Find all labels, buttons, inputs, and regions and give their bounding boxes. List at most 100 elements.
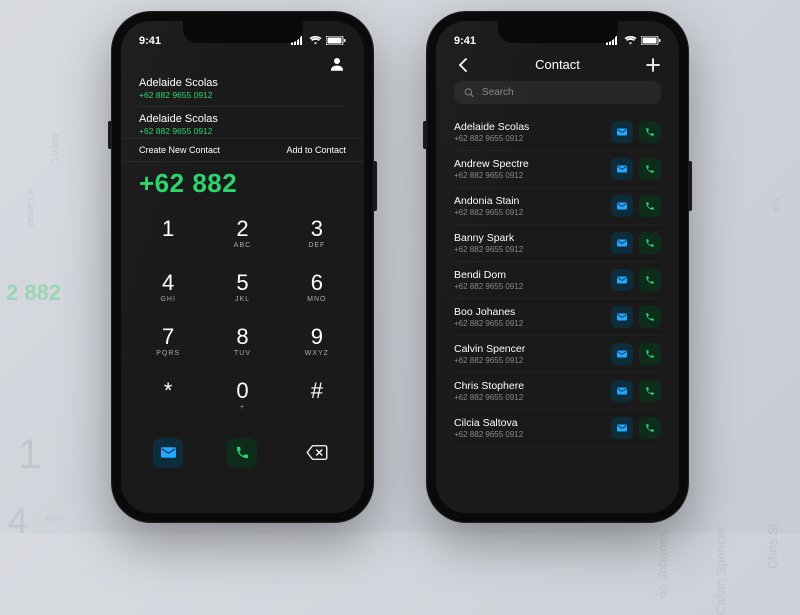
page-title: Contact xyxy=(535,57,580,72)
keypad-key-6[interactable]: 6MNO xyxy=(280,261,354,315)
mail-icon xyxy=(617,165,627,173)
contact-name: Bendi Dom xyxy=(454,269,523,281)
phone-icon xyxy=(645,275,655,285)
contact-row[interactable]: Chris Stophere+62 882 9655 0912 xyxy=(454,373,661,410)
keypad-key-0[interactable]: 0+ xyxy=(205,369,279,423)
suggestion-number: +62 882 9655 0912 xyxy=(139,90,346,100)
contact-name: Adelaide Scolas xyxy=(454,121,529,133)
contact-call-button[interactable] xyxy=(639,343,661,365)
contact-phone: +62 882 9655 0912 xyxy=(454,393,524,402)
battery-icon xyxy=(641,36,661,45)
mail-icon xyxy=(617,387,627,395)
keypad-key-4[interactable]: 4 GHI xyxy=(131,261,205,315)
contact-row[interactable]: Calvin Spencer+62 882 9655 0912 xyxy=(454,336,661,373)
contact-message-button[interactable] xyxy=(611,121,633,143)
message-button[interactable] xyxy=(153,438,183,468)
back-button[interactable] xyxy=(454,57,470,73)
contact-name: Chris Stophere xyxy=(454,380,524,392)
contact-phone: +62 882 9655 0912 xyxy=(454,430,523,439)
mail-icon xyxy=(617,350,627,358)
contact-message-button[interactable] xyxy=(611,158,633,180)
suggestion-name: Adelaide Scolas xyxy=(139,113,346,125)
contact-call-button[interactable] xyxy=(639,269,661,291)
search-icon xyxy=(464,87,474,98)
plus-icon xyxy=(646,58,660,72)
key-digit: 4 xyxy=(162,272,174,294)
contact-phone: +62 882 9655 0912 xyxy=(454,208,523,217)
contact-row[interactable]: Andonia Stain+62 882 9655 0912 xyxy=(454,188,661,225)
contact-phone: +62 882 9655 0912 xyxy=(454,171,529,180)
contact-message-button[interactable] xyxy=(611,343,633,365)
contact-message-button[interactable] xyxy=(611,269,633,291)
contact-phone: +62 882 9655 0912 xyxy=(454,319,523,328)
key-digit: 3 xyxy=(311,218,323,240)
phone-icon xyxy=(645,312,655,322)
search-field[interactable] xyxy=(454,81,661,104)
key-digit: # xyxy=(311,380,323,402)
contact-message-button[interactable] xyxy=(611,195,633,217)
key-digit: 7 xyxy=(162,326,174,348)
contact-call-button[interactable] xyxy=(639,306,661,328)
phone-icon xyxy=(645,423,655,433)
key-digit: * xyxy=(164,380,173,402)
contact-call-button[interactable] xyxy=(639,380,661,402)
keypad-key-2[interactable]: 2 ABC xyxy=(205,207,279,261)
contact-row[interactable]: Banny Spark+62 882 9655 0912 xyxy=(454,225,661,262)
search-input[interactable] xyxy=(482,87,651,98)
key-digit: 2 xyxy=(236,218,248,240)
dialer-suggestion[interactable]: Adelaide Scolas+62 882 9655 0912 xyxy=(139,111,346,138)
contact-message-button[interactable] xyxy=(611,306,633,328)
keypad-key-7[interactable]: 7PQRS xyxy=(131,315,205,369)
contact-message-button[interactable] xyxy=(611,417,633,439)
key-digit: 1 xyxy=(162,218,174,240)
keypad-key-5[interactable]: 5 JKL xyxy=(205,261,279,315)
contact-call-button[interactable] xyxy=(639,158,661,180)
contact-name: Andrew Spectre xyxy=(454,158,529,170)
backspace-button[interactable] xyxy=(306,445,328,460)
keypad-key-*[interactable]: * xyxy=(131,369,205,423)
call-button[interactable] xyxy=(227,438,257,468)
phone-icon xyxy=(645,164,655,174)
key-digit: 9 xyxy=(311,326,323,348)
key-letters: MNO xyxy=(307,296,326,304)
contact-row[interactable]: Andrew Spectre+62 882 9655 0912 xyxy=(454,151,661,188)
add-to-contact-button[interactable]: Add to Contact xyxy=(286,145,346,155)
profile-icon[interactable] xyxy=(328,55,346,73)
suggestion-number: +62 882 9655 0912 xyxy=(139,126,346,136)
key-digit: 8 xyxy=(236,326,248,348)
phone-icon xyxy=(645,386,655,396)
phone-icon xyxy=(645,201,655,211)
contact-call-button[interactable] xyxy=(639,121,661,143)
contact-row[interactable]: Boo Johanes+62 882 9655 0912 xyxy=(454,299,661,336)
key-letters: DEF xyxy=(308,242,325,250)
mail-icon xyxy=(161,447,176,458)
contact-row[interactable]: Adelaide Scolas+62 882 9655 0912 xyxy=(454,114,661,151)
key-letters: + xyxy=(240,404,245,412)
contact-call-button[interactable] xyxy=(639,417,661,439)
keypad-key-#[interactable]: # xyxy=(280,369,354,423)
contact-message-button[interactable] xyxy=(611,232,633,254)
contact-message-button[interactable] xyxy=(611,380,633,402)
keypad-key-9[interactable]: 9 WXYZ xyxy=(280,315,354,369)
contact-phone: +62 882 9655 0912 xyxy=(454,356,525,365)
contact-row[interactable]: Bendi Dom+62 882 9655 0912 xyxy=(454,262,661,299)
keypad-key-8[interactable]: 8TUV xyxy=(205,315,279,369)
keypad-key-1[interactable]: 1 xyxy=(131,207,205,261)
key-letters: WXYZ xyxy=(305,350,329,358)
key-letters: JKL xyxy=(235,296,250,304)
phone-icon xyxy=(645,127,655,137)
dialer-suggestion[interactable]: Adelaide Scolas+62 882 9655 0912 xyxy=(139,75,346,102)
key-letters: ABC xyxy=(234,242,251,250)
mail-icon xyxy=(617,276,627,284)
contact-call-button[interactable] xyxy=(639,232,661,254)
phone-icon xyxy=(645,349,655,359)
keypad: 1 2 ABC 3 DEF 4 GHI 5 JKL 6MNO 7PQRS8TUV 9 WXYZ * 0+ # xyxy=(121,207,364,423)
contact-call-button[interactable] xyxy=(639,195,661,217)
create-contact-button[interactable]: Create New Contact xyxy=(139,145,220,155)
add-contact-button[interactable] xyxy=(645,57,661,73)
chevron-left-icon xyxy=(458,58,467,72)
contact-row[interactable]: Cilcia Saltova+62 882 9655 0912 xyxy=(454,410,661,447)
key-letters: GHI xyxy=(160,296,175,304)
key-digit: 5 xyxy=(236,272,248,294)
keypad-key-3[interactable]: 3 DEF xyxy=(280,207,354,261)
